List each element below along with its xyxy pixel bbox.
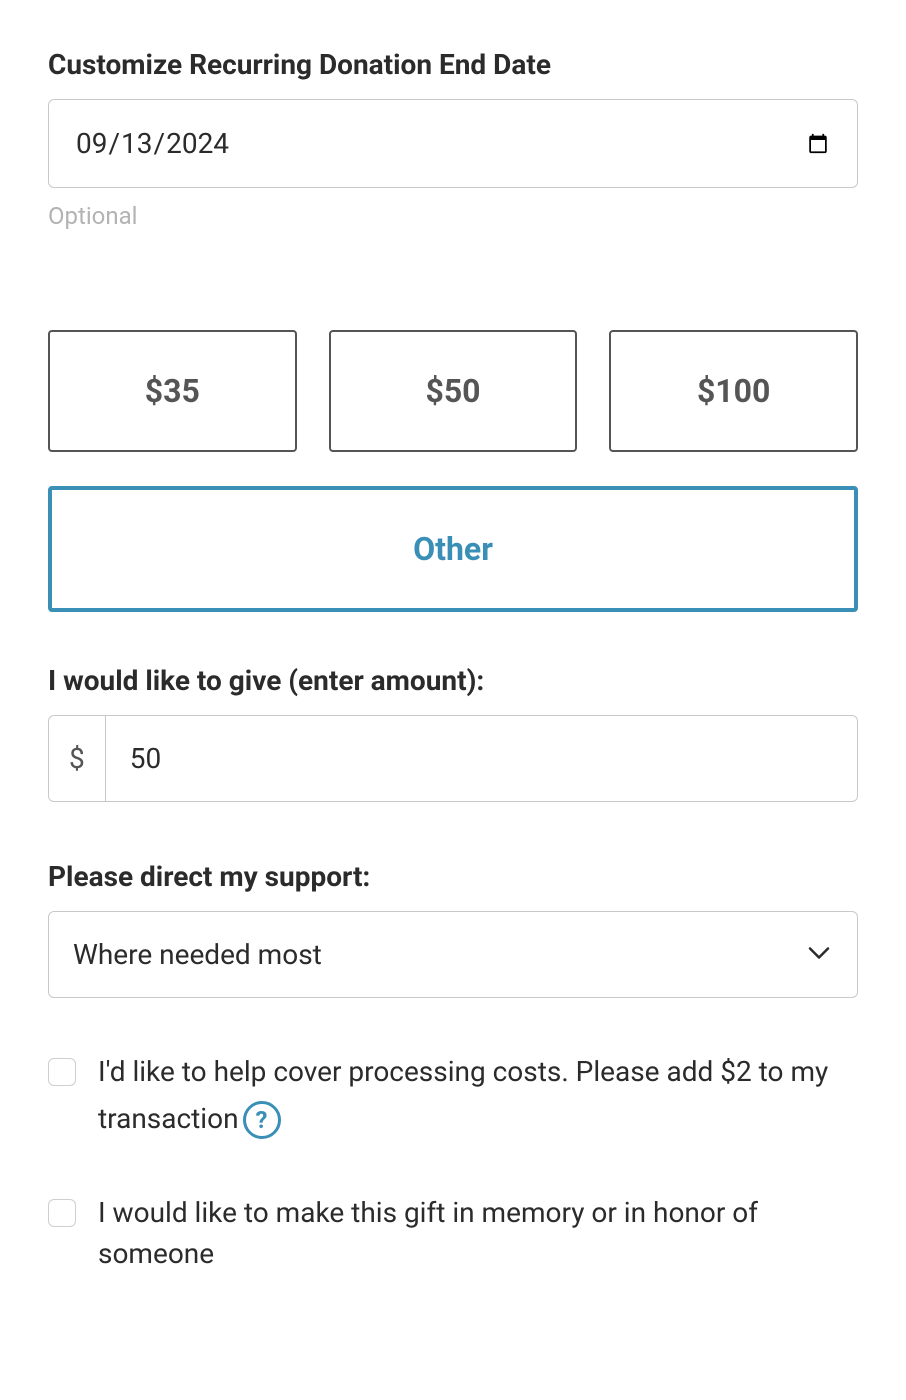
help-icon[interactable]: ? bbox=[243, 1101, 281, 1139]
cover-costs-row: I'd like to help cover processing costs.… bbox=[48, 1052, 858, 1139]
amount-button-35[interactable]: $35 bbox=[48, 330, 297, 452]
amount-button-100[interactable]: $100 bbox=[609, 330, 858, 452]
cover-costs-label-wrap: I'd like to help cover processing costs.… bbox=[98, 1052, 858, 1139]
date-input-wrapper bbox=[48, 99, 858, 188]
end-date-input[interactable] bbox=[48, 99, 858, 188]
direct-support-label: Please direct my support: bbox=[48, 860, 858, 893]
amount-button-other[interactable]: Other bbox=[48, 486, 858, 612]
end-date-hint: Optional bbox=[48, 202, 858, 230]
in-memory-label: I would like to make this gift in memory… bbox=[98, 1193, 858, 1274]
direct-support-section: Please direct my support: Where needed m… bbox=[48, 860, 858, 998]
in-memory-row: I would like to make this gift in memory… bbox=[48, 1193, 858, 1274]
end-date-label: Customize Recurring Donation End Date bbox=[48, 48, 858, 81]
currency-prefix: $ bbox=[48, 715, 105, 802]
amount-button-50[interactable]: $50 bbox=[329, 330, 578, 452]
end-date-section: Customize Recurring Donation End Date Op… bbox=[48, 48, 858, 230]
cover-costs-label: I'd like to help cover processing costs.… bbox=[98, 1055, 828, 1135]
cover-costs-checkbox[interactable] bbox=[48, 1058, 76, 1086]
amount-input[interactable] bbox=[105, 715, 858, 802]
give-amount-section: I would like to give (enter amount): $ bbox=[48, 664, 858, 802]
give-amount-label: I would like to give (enter amount): bbox=[48, 664, 858, 697]
amount-grid: $35 $50 $100 Other bbox=[48, 330, 858, 612]
select-wrapper: Where needed most bbox=[48, 911, 858, 998]
amount-input-group: $ bbox=[48, 715, 858, 802]
direct-support-select[interactable]: Where needed most bbox=[48, 911, 858, 998]
help-icon-wrap: ? bbox=[243, 1101, 281, 1139]
in-memory-checkbox[interactable] bbox=[48, 1199, 76, 1227]
